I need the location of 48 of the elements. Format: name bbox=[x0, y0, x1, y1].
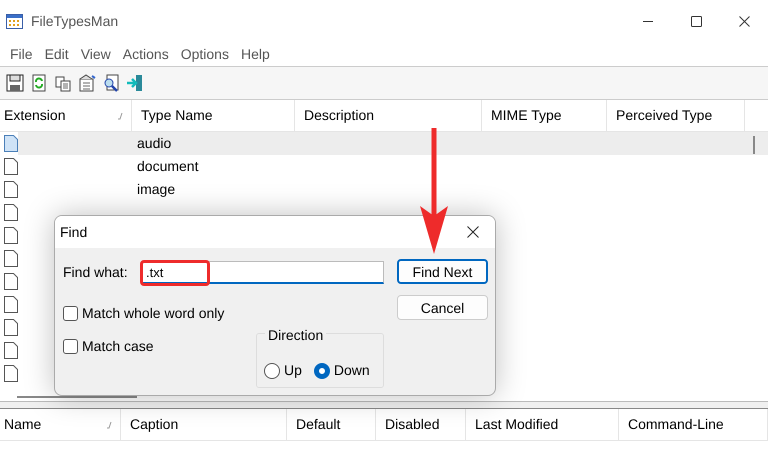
column-header[interactable]: Last Modified bbox=[466, 409, 619, 440]
window-title: FileTypesMan bbox=[31, 12, 118, 31]
find-what-field[interactable]: .txt bbox=[141, 261, 384, 284]
refresh-icon[interactable] bbox=[30, 74, 48, 92]
copy-icon[interactable] bbox=[54, 74, 72, 92]
column-header[interactable]: Disabled bbox=[376, 409, 466, 440]
table-cell-text: image bbox=[137, 180, 176, 199]
menu-item[interactable]: Options bbox=[174, 44, 235, 64]
table-cell-text: audio bbox=[137, 134, 172, 153]
column-header[interactable]: Extension bbox=[0, 100, 132, 131]
checkbox[interactable] bbox=[63, 339, 78, 354]
radio-label[interactable]: Down bbox=[334, 360, 370, 381]
checkbox-label[interactable]: Match case bbox=[82, 336, 154, 357]
column-header[interactable]: Command-Line bbox=[619, 409, 768, 440]
dialog-title: Find bbox=[60, 222, 88, 242]
checkbox[interactable] bbox=[63, 306, 78, 321]
menu-item[interactable]: Edit bbox=[38, 44, 75, 64]
close-icon[interactable] bbox=[467, 226, 479, 238]
maximize-icon[interactable] bbox=[690, 16, 702, 26]
app-icon bbox=[6, 14, 23, 28]
column-header[interactable]: Perceived Type bbox=[607, 100, 745, 131]
menu-item[interactable]: Actions bbox=[116, 44, 175, 64]
exit-icon[interactable] bbox=[126, 74, 144, 92]
column-header[interactable]: Description bbox=[295, 100, 482, 131]
menu-item[interactable]: Help bbox=[234, 44, 276, 64]
radio-label[interactable]: Up bbox=[284, 360, 302, 381]
close-icon[interactable] bbox=[738, 16, 750, 26]
highlight-box bbox=[140, 260, 210, 286]
scrollbar-thumb[interactable] bbox=[17, 396, 137, 398]
find-icon[interactable] bbox=[102, 74, 120, 92]
column-header[interactable]: Caption bbox=[121, 409, 287, 440]
properties-icon[interactable] bbox=[78, 74, 96, 92]
column-header[interactable]: Default bbox=[287, 409, 376, 440]
radio-button[interactable] bbox=[264, 362, 280, 378]
column-header[interactable]: Name bbox=[0, 409, 121, 440]
column-header[interactable]: MIME Type bbox=[482, 100, 607, 131]
splitter[interactable] bbox=[0, 401, 768, 409]
dialog-button[interactable]: Cancel bbox=[397, 295, 488, 320]
scrollbar-thumb[interactable] bbox=[753, 136, 755, 154]
table-cell-text: document bbox=[137, 157, 198, 176]
radio-button[interactable] bbox=[314, 362, 330, 378]
dialog-button[interactable]: Find Next bbox=[397, 259, 488, 284]
menu-item[interactable]: View bbox=[74, 44, 117, 64]
menu-item[interactable]: File bbox=[4, 44, 39, 64]
field-label: Find what: bbox=[63, 263, 129, 282]
checkbox-label[interactable]: Match whole word only bbox=[82, 303, 224, 324]
save-icon[interactable] bbox=[6, 74, 24, 92]
column-header[interactable]: Type Name bbox=[132, 100, 295, 131]
